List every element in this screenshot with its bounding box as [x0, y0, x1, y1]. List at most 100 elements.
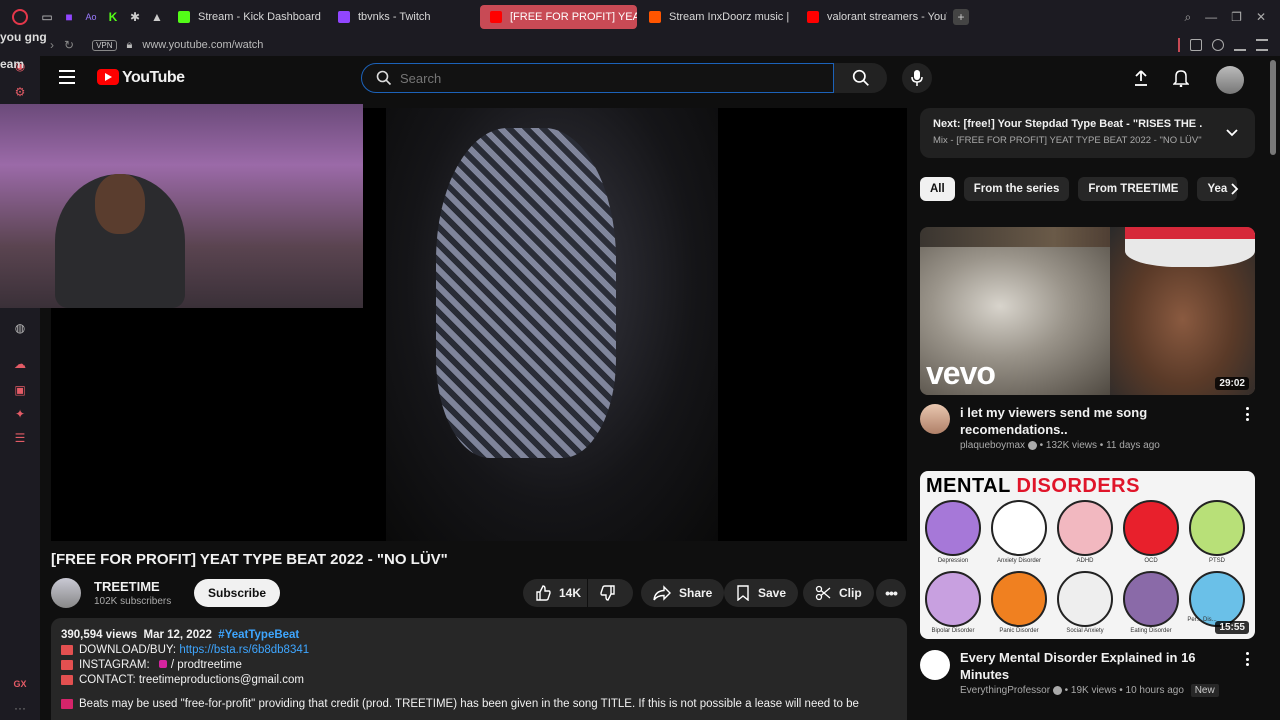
recommendation-channel[interactable]: EverythingProfessor	[960, 685, 1050, 696]
tab-label: Stream InxDoorz music |	[669, 11, 790, 23]
twitch-icon	[338, 11, 350, 23]
chip-from-treetime[interactable]: From TREETIME	[1078, 177, 1189, 201]
disorder-label: Per... Dis...	[1187, 617, 1217, 623]
disorder-illustration	[1057, 500, 1113, 556]
channel-avatar[interactable]	[920, 404, 950, 434]
page-scrollbar[interactable]	[1270, 60, 1276, 155]
chevron-down-icon[interactable]	[1225, 128, 1239, 138]
messenger-icon[interactable]: ▣	[12, 382, 28, 398]
settings-icon[interactable]: ☰	[12, 430, 28, 446]
recommendation-channel[interactable]: plaqueboymax	[960, 440, 1025, 451]
twitch-sidebar-icon[interactable]: ✦	[12, 406, 28, 422]
kick-pinned-icon[interactable]: K	[102, 6, 124, 28]
share-label: Share	[679, 586, 713, 600]
divider-icon	[1178, 38, 1180, 52]
search-input[interactable]	[398, 69, 818, 87]
url-field[interactable]: www.youtube.com/watch	[142, 39, 263, 51]
contact-label: CONTACT:	[79, 674, 136, 686]
view-count: 390,594 views	[61, 629, 138, 641]
chevron-right-icon[interactable]	[1230, 182, 1240, 196]
subscriber-count: 102K subscribers	[94, 596, 172, 607]
dislike-button[interactable]	[588, 579, 633, 607]
more-icon[interactable]: ···	[12, 700, 28, 716]
youtube-icon	[490, 11, 502, 23]
youtube-logo-text[interactable]: YouTube	[122, 69, 185, 87]
download-link[interactable]: https://bsta.rs/6b8db8341	[179, 644, 309, 656]
pinned-tab-icon[interactable]: ▲	[146, 6, 168, 28]
minimize-icon[interactable]: —	[1205, 10, 1217, 25]
recommendation-title[interactable]: Every Mental Disorder Explained in 16 Mi…	[960, 649, 1230, 683]
account-avatar[interactable]	[1216, 66, 1244, 94]
lock-icon[interactable]: 🔒︎	[127, 39, 133, 52]
more-vertical-icon[interactable]	[1244, 652, 1250, 666]
pinned-tab-icon[interactable]: ▭	[36, 6, 58, 28]
recommendation-title[interactable]: i let my viewers send me song recomendat…	[960, 404, 1230, 438]
opera-logo-icon[interactable]	[12, 9, 28, 25]
download-icon[interactable]	[1234, 39, 1246, 51]
upload-button[interactable]	[1131, 68, 1151, 88]
thumbs-down-icon	[600, 585, 615, 601]
youtube-logo-icon[interactable]	[97, 69, 119, 85]
kick-icon	[178, 11, 190, 23]
pinned-tab-icon[interactable]: Ao	[80, 6, 102, 28]
chip-from-the-series[interactable]: From the series	[963, 177, 1070, 201]
twitch-pinned-icon[interactable]: ■	[58, 6, 80, 28]
description-box[interactable]: 390,594 views Mar 12, 2022 #YeatTypeBeat…	[51, 618, 907, 720]
tab-soundcloud[interactable]: Stream InxDoorz music |	[639, 5, 797, 29]
soundcloud-sidebar-icon[interactable]: ☁	[12, 356, 28, 372]
search-button[interactable]	[834, 63, 887, 93]
like-button[interactable]: 14K	[523, 579, 587, 607]
subscribe-button[interactable]: Subscribe	[194, 579, 281, 607]
like-count: 14K	[559, 586, 582, 600]
hashtag-link[interactable]: #YeatTypeBeat	[218, 629, 299, 641]
instagram-handle[interactable]: / prodtreetime	[171, 659, 242, 671]
channel-avatar[interactable]	[51, 578, 81, 608]
discord-icon[interactable]: ◍	[12, 320, 28, 336]
search-icon	[376, 70, 392, 86]
tab-kick-dashboard[interactable]: Stream - Kick Dashboard	[168, 5, 328, 29]
save-label: Save	[758, 586, 787, 600]
youtube-header: YouTube	[40, 56, 1270, 102]
more-vertical-icon[interactable]	[1244, 407, 1250, 421]
tab-youtube-active[interactable]: [FREE FOR PROFIT] YEAT	[480, 5, 637, 29]
reload-icon[interactable]: ↻	[64, 38, 74, 52]
more-actions-button[interactable]: •••	[876, 579, 906, 607]
close-icon[interactable]: ✕	[1256, 10, 1266, 25]
disorder-label: Bipolar Disorder	[931, 628, 975, 634]
share-button[interactable]: Share	[641, 579, 725, 607]
recommendation-thumbnail[interactable]: MENTAL DISORDERS Depression Anxiety Diso…	[920, 471, 1255, 639]
maximize-icon[interactable]: ❐	[1231, 10, 1242, 25]
disorder-illustration	[925, 500, 981, 556]
gx-label[interactable]: GX	[12, 676, 28, 692]
up-next-card[interactable]: Next: [free!] Your Stepdad Type Beat - "…	[920, 108, 1255, 158]
voice-search-button[interactable]	[902, 63, 932, 93]
window-controls: ⌕ — ❐ ✕	[1184, 10, 1280, 25]
clip-button[interactable]: Clip	[803, 579, 874, 607]
instagram-label: INSTAGRAM:	[79, 659, 150, 671]
disorder-illustration	[1057, 571, 1113, 627]
browser-tab-strip: ▭ ■ Ao K ✱ ▲ Stream - Kick Dashboard tbv…	[0, 0, 1280, 34]
recommendation-thumbnail[interactable]: vevo 29:02	[920, 227, 1255, 395]
extensions-icon[interactable]	[1190, 39, 1202, 51]
save-button[interactable]: Save	[724, 579, 799, 607]
pinned-tab-icon[interactable]: ✱	[124, 6, 146, 28]
description-meta: 390,594 views Mar 12, 2022 #YeatTypeBeat	[61, 628, 897, 643]
search-tabs-icon[interactable]: ⌕	[1184, 10, 1191, 25]
recommendation-meta: plaqueboymax • 132K views • 11 days ago	[960, 440, 1160, 451]
tab-youtube-search[interactable]: valorant streamers - YouT	[797, 5, 947, 29]
new-tab-button[interactable]: +	[953, 9, 969, 25]
description-line: DOWNLOAD/BUY: https://bsta.rs/6b8db8341	[61, 643, 897, 658]
profile-icon[interactable]	[1212, 39, 1224, 51]
channel-avatar[interactable]	[920, 650, 950, 680]
notifications-button[interactable]	[1171, 68, 1191, 88]
channel-name[interactable]: TREETIME	[94, 579, 160, 594]
gx-corner-icon[interactable]: ⚙	[12, 84, 28, 100]
search-icon	[852, 69, 869, 86]
chip-all[interactable]: All	[920, 177, 955, 201]
easy-setup-icon[interactable]	[1256, 39, 1268, 51]
description-line: Beats may be used "free-for-profit" prov…	[61, 697, 897, 712]
tab-twitch[interactable]: tbvnks - Twitch	[328, 5, 478, 29]
hamburger-menu-icon[interactable]	[59, 70, 75, 84]
forward-icon[interactable]: ›	[50, 38, 54, 52]
vpn-badge[interactable]: VPN	[92, 39, 117, 51]
